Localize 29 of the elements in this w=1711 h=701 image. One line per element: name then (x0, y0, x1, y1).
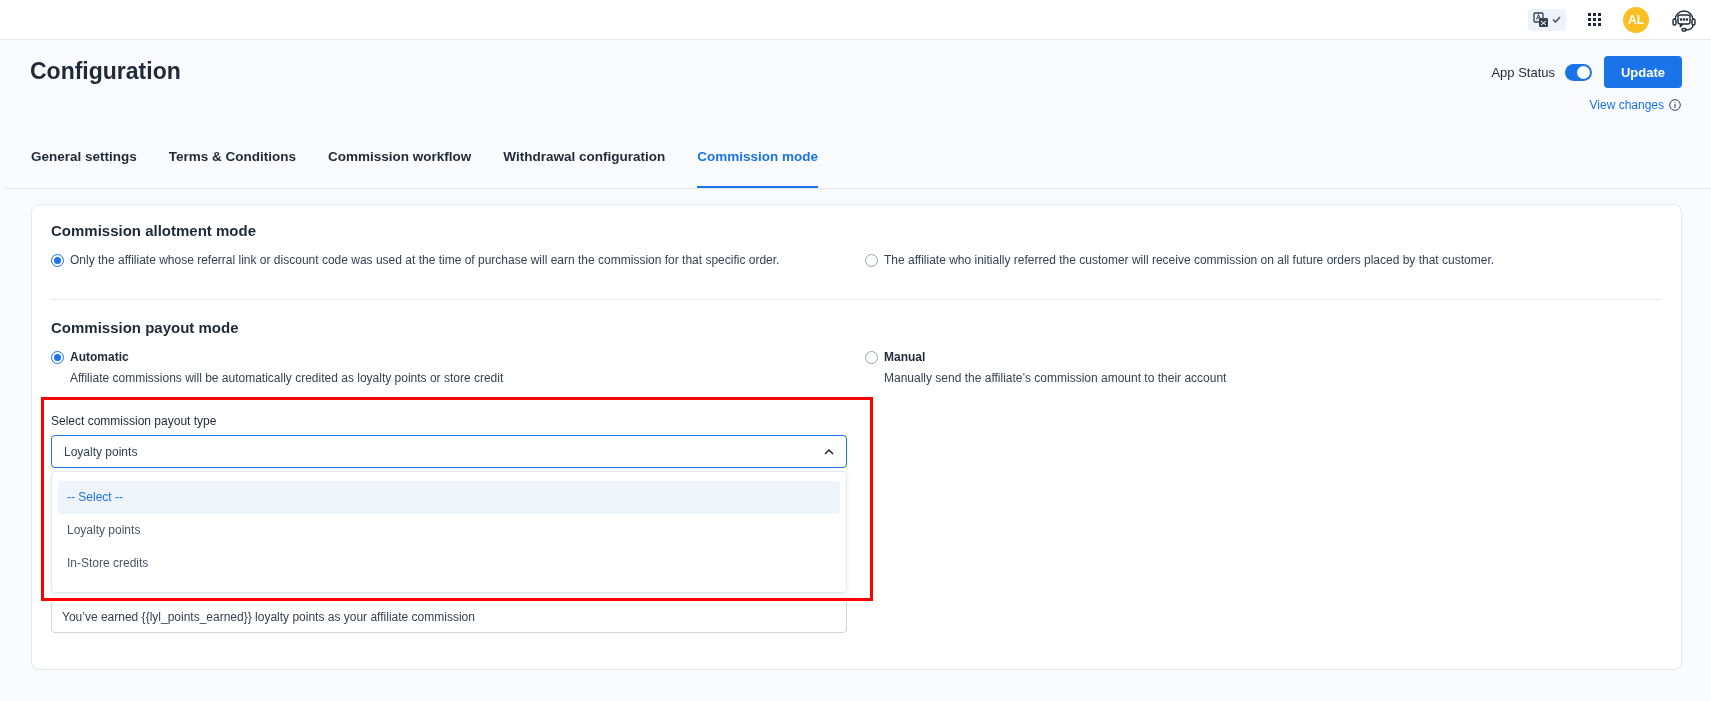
radio-label: Manual (884, 350, 927, 364)
field-label: Select commission payout type (51, 414, 217, 428)
radio-label: The affiliate who initially referred the customer will receive commission on all future orders placed by that customer. (884, 253, 1495, 267)
tab[interactable]: Commission workflow (328, 145, 472, 188)
option-description: Manually send the affiliate’s commission amount to their account (884, 371, 1227, 385)
tab[interactable]: General settings (31, 145, 137, 188)
dropdown-option[interactable]: -- Select -- (58, 481, 840, 514)
translate-button[interactable] (1528, 8, 1566, 31)
option-description: Affiliate commissions will be automatically credited as loyalty points or store credit (70, 371, 504, 385)
tab[interactable]: Commission mode (697, 145, 818, 188)
dropdown-option[interactable]: In-Store credits (58, 547, 840, 580)
update-button[interactable]: Update (1604, 56, 1682, 88)
section-heading: Commission allotment mode (51, 222, 258, 239)
apps-grid-icon[interactable] (1588, 13, 1601, 26)
dropdown-option[interactable]: Loyalty points (58, 514, 840, 547)
tab[interactable]: Withdrawal configuration (503, 145, 666, 188)
app-status-label: App Status (1491, 64, 1555, 80)
app-status-toggle[interactable] (1565, 63, 1592, 81)
payout-type-dropdown[interactable]: Loyalty points (51, 435, 847, 468)
info-icon (1669, 99, 1681, 111)
radio-label: Automatic (70, 350, 130, 364)
translate-icon (1533, 11, 1549, 28)
tab[interactable]: Terms & Conditions (168, 145, 297, 188)
page-title: Configuration (30, 57, 181, 86)
view-changes-link[interactable]: View changes (1589, 98, 1664, 112)
caret-icon (824, 448, 834, 455)
section-heading: Commission payout mode (51, 319, 240, 336)
checkmark-icon (1552, 16, 1561, 23)
radio-label: Only the affiliate whose referral link or discount code was used at the time of purchase will earn the commission for that specific order. (70, 253, 780, 267)
